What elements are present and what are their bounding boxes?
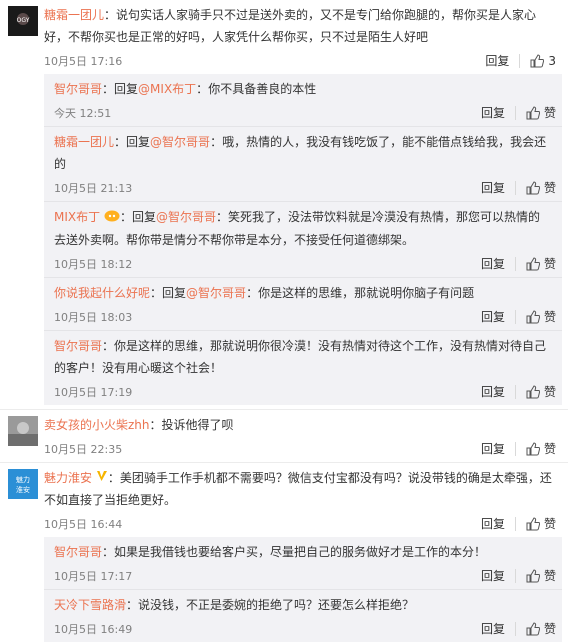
comment-text: 说句实话人家骑手只不过是送外卖的，又不是专门给你跑腿的，帮你买是人家心好，不帮你… <box>44 8 537 44</box>
like-button[interactable]: 赞 <box>526 304 556 330</box>
comment-text: 投诉他得了呗 <box>161 417 234 432</box>
mention-link[interactable]: @智尔哥哥 <box>156 210 216 224</box>
divider <box>514 622 516 636</box>
divider <box>514 517 516 531</box>
like-button[interactable]: 赞 <box>526 436 556 462</box>
divider <box>514 106 516 120</box>
thumbs-up-icon <box>526 256 540 270</box>
comment-author-link[interactable]: 魅力淮安 <box>44 471 92 485</box>
mention-link[interactable]: @MIX布丁 <box>138 82 196 96</box>
reply-author-link[interactable]: 智尔哥哥 <box>54 339 102 353</box>
mention-link[interactable]: @智尔哥哥 <box>186 286 246 300</box>
reply-time: 今天 12:51 <box>54 107 112 120</box>
divider <box>519 54 521 68</box>
thumbs-up-icon <box>526 384 540 398</box>
thumbs-up-icon <box>526 181 540 195</box>
divider <box>514 441 516 456</box>
reply-item: 糖霜一团儿：回复@智尔哥哥：哦，热情的人，我没有钱吃饭了，能不能借点钱给我，我会… <box>44 127 562 202</box>
comment-time: 10月5日 16:44 <box>44 518 123 531</box>
verified-badge-icon <box>96 467 108 489</box>
reply-author-link[interactable]: 你说我起什么好呢 <box>54 286 150 300</box>
reply-button[interactable]: 回复 <box>481 100 505 126</box>
reply-text: 你不具备善良的本性 <box>208 82 317 96</box>
divider <box>514 309 516 324</box>
divider <box>514 181 516 195</box>
reply-list: 智尔哥哥：回复@MIX布丁：你不具备善良的本性 今天 12:51 回复赞 糖霜一… <box>44 74 562 405</box>
reply-button[interactable]: 回复 <box>481 304 505 330</box>
reply-button[interactable]: 回复 <box>481 436 505 462</box>
thumbs-up-icon <box>526 517 540 531</box>
like-button[interactable]: 赞 <box>526 100 556 126</box>
reply-item: 你说我起什么好呢：回复@智尔哥哥：你是这样的思维，那就说明你脑子有问题 10月5… <box>44 278 562 331</box>
reply-item: 智尔哥哥：如果是我借钱也要给客户买，尽量把自己的服务做好才是工作的本分！ 10月… <box>44 537 562 590</box>
like-button[interactable]: 赞 <box>526 616 556 642</box>
reply-item: 智尔哥哥：你是这样的思维，那就说明你很冷漠！没有热情对待这个工作，没有热情对待自… <box>44 331 562 405</box>
reply-button[interactable]: 回复 <box>485 48 509 74</box>
thumbs-up-icon <box>526 441 540 455</box>
like-button[interactable]: 赞 <box>526 511 556 537</box>
reply-text: 如果是我借钱也要给客户买，尽量把自己的服务做好才是工作的本分！ <box>114 545 487 559</box>
reply-time: 10月5日 17:19 <box>54 385 133 399</box>
avatar[interactable]: 魅力 淮安 <box>8 468 38 499</box>
reply-time: 10月5日 18:12 <box>54 257 133 271</box>
divider <box>514 384 516 399</box>
reply-button[interactable]: 回复 <box>481 563 505 589</box>
vip-badge-icon <box>104 207 120 229</box>
reply-button[interactable]: 回复 <box>481 511 505 537</box>
reply-button[interactable]: 回复 <box>481 616 505 642</box>
reply-author-link[interactable]: MIX布丁 <box>54 210 100 224</box>
like-button[interactable]: 赞 <box>526 175 556 201</box>
like-button[interactable]: 赞 <box>526 379 556 405</box>
divider <box>514 569 516 583</box>
like-count: 3 <box>548 54 556 68</box>
reply-author-link[interactable]: 糖霜一团儿 <box>54 135 114 149</box>
reply-time: 10月5日 18:03 <box>54 310 133 324</box>
avatar-text-bottom: 淮安 <box>16 485 30 494</box>
reply-author-link[interactable]: 智尔哥哥 <box>54 82 102 96</box>
thumbs-up-icon <box>526 622 540 636</box>
reply-time: 10月5日 17:17 <box>54 570 133 583</box>
comment-author-link[interactable]: 糖霜一团儿 <box>44 8 104 22</box>
reply-text: 你是这样的思维，那就说明你很冷漠！没有热情对待这个工作，没有热情对待自己的客户！… <box>54 338 547 375</box>
comment-time: 10月5日 17:16 <box>44 55 123 68</box>
svg-text:OGY: OGY <box>17 17 30 24</box>
thumbs-up-icon <box>530 54 545 68</box>
comment-text: 美团骑手工作手机都不需要吗？微信支付宝都没有吗？说没带钱的确是太牵强，还不如直接… <box>44 470 552 508</box>
comment-time: 10月5日 22:35 <box>44 442 123 456</box>
comment-item: OGY 糖霜一团儿：说句实话人家骑手只不过是送外卖的，又不是专门给你跑腿的，帮你… <box>0 0 568 410</box>
like-button[interactable]: 赞 <box>526 251 556 277</box>
reply-time: 10月5日 21:13 <box>54 182 133 195</box>
comment-item: 卖女孩的小火柴zhh：投诉他得了呗 10月5日 22:35 回复赞 <box>0 410 568 463</box>
mention-link[interactable]: @智尔哥哥 <box>150 135 210 149</box>
reply-list: 智尔哥哥：如果是我借钱也要给客户买，尽量把自己的服务做好才是工作的本分！ 10月… <box>44 537 562 642</box>
comment-author-link[interactable]: 卖女孩的小火柴zhh <box>44 418 150 432</box>
like-button[interactable]: 3 <box>530 48 556 74</box>
thumbs-up-icon <box>526 106 540 120</box>
comment-item: 魅力 淮安 魅力淮安 ：美团骑手工作手机都不需要吗？微信支付宝都没有吗？说没带钱的… <box>0 463 568 642</box>
reply-item: 智尔哥哥：回复@MIX布丁：你不具备善良的本性 今天 12:51 回复赞 <box>44 74 562 127</box>
thumbs-up-icon <box>526 569 540 583</box>
thumbs-up-icon <box>526 309 540 323</box>
reply-item: 天冷下雪路滑：说没钱，不正是委婉的拒绝了吗？还要怎么样拒绝？ 10月5日 16:… <box>44 590 562 642</box>
avatar-text-top: 魅力 <box>16 475 30 484</box>
reply-text: 说没钱，不正是委婉的拒绝了吗？还要怎么样拒绝？ <box>138 598 415 612</box>
reply-button[interactable]: 回复 <box>481 379 505 405</box>
reply-text: 你是这样的思维，那就说明你脑子有问题 <box>258 285 475 300</box>
reply-button[interactable]: 回复 <box>481 251 505 277</box>
reply-item: MIX布丁 ：回复@智尔哥哥：笑死我了，没法带饮料就是冷漠没有热情，那您可以热情… <box>44 202 562 278</box>
reply-author-link[interactable]: 智尔哥哥 <box>54 545 102 559</box>
avatar[interactable]: OGY <box>8 6 38 36</box>
reply-author-link[interactable]: 天冷下雪路滑 <box>54 598 126 612</box>
like-button[interactable]: 赞 <box>526 563 556 589</box>
divider <box>514 256 516 271</box>
reply-button[interactable]: 回复 <box>481 175 505 201</box>
